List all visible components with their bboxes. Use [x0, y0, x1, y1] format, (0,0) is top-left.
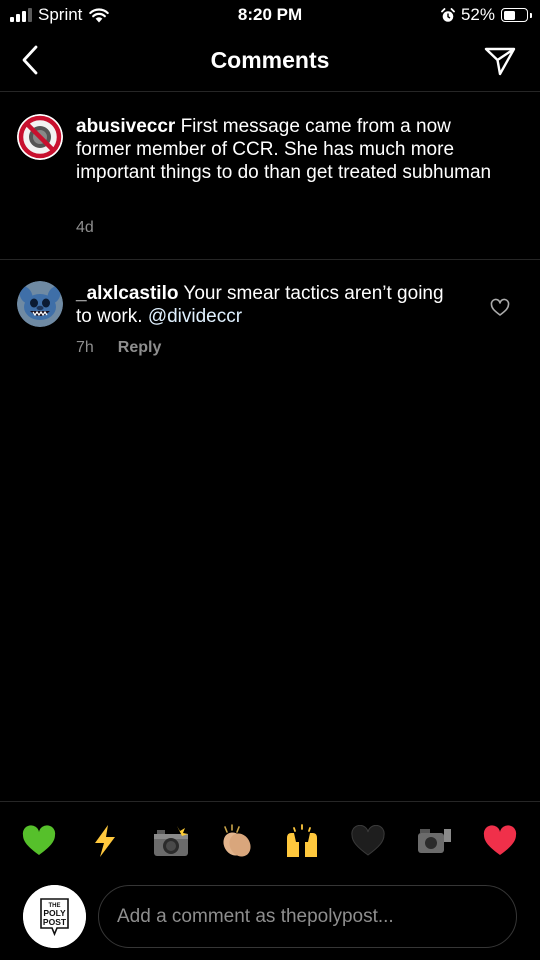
comment-username[interactable]: _alxlcastilo [76, 283, 178, 304]
alarm-icon [441, 7, 455, 22]
avatar[interactable]: THE POLY POST [23, 885, 86, 948]
black-heart-emoji-button[interactable] [349, 822, 387, 860]
red-heart-emoji-button[interactable] [481, 822, 519, 860]
quick-emoji-bar [0, 801, 540, 879]
polypost-logo-icon: THE POLY POST [23, 885, 86, 948]
post-caption: abusiveccr First message came from a now… [0, 93, 540, 260]
lightning-emoji-button[interactable] [86, 822, 124, 860]
reply-button[interactable]: Reply [118, 339, 162, 357]
comment-meta: 7h Reply [76, 339, 161, 357]
avatar[interactable] [17, 114, 63, 160]
camera-flash-emoji-button[interactable] [152, 822, 190, 860]
comment-composer: THE POLY POST [0, 880, 540, 960]
green-heart-emoji-button[interactable] [20, 822, 58, 860]
header: Comments [0, 30, 540, 92]
status-bar: Sprint 8:20 PM 52% [0, 0, 540, 30]
battery-fill [503, 10, 515, 20]
video-camera-icon [418, 828, 452, 853]
raised-hands-emoji-button[interactable] [283, 822, 321, 860]
video-camera-emoji-button[interactable] [415, 822, 453, 860]
black-heart-icon [351, 824, 385, 856]
no-abuse-logo-icon [17, 114, 63, 160]
caption-time: 4d [76, 219, 94, 236]
comment-input[interactable] [98, 885, 517, 948]
red-heart-icon [483, 824, 517, 855]
battery-percent: 52% [460, 5, 495, 24]
comment-mention[interactable]: @divideccr [148, 306, 242, 327]
stitch-avatar-icon [17, 281, 63, 327]
status-right: 52% [441, 5, 532, 25]
heart-icon [490, 298, 510, 316]
caption-meta: 4d [76, 219, 94, 237]
comment-time: 7h [76, 339, 94, 356]
battery-icon [501, 8, 532, 22]
raised-hands-icon [287, 823, 318, 857]
page-title: Comments [210, 47, 330, 73]
paper-plane-icon [484, 47, 516, 76]
caption-text: abusiveccr First message came from a now… [76, 115, 496, 184]
green-heart-icon [22, 824, 56, 855]
logo-line-3: POST [43, 917, 67, 927]
comment-text: _alxlcastilo Your smear tactics aren’t g… [76, 282, 456, 328]
avatar[interactable] [17, 281, 63, 327]
caption-username[interactable]: abusiveccr [76, 116, 175, 137]
clapping-hands-icon [222, 823, 251, 857]
lightning-icon [94, 824, 115, 857]
like-button[interactable] [490, 298, 510, 318]
share-button[interactable] [482, 43, 518, 79]
camera-flash-icon [153, 825, 188, 856]
clapping-emoji-button[interactable] [218, 822, 256, 860]
comment-item: _alxlcastilo Your smear tactics aren’t g… [0, 261, 540, 371]
